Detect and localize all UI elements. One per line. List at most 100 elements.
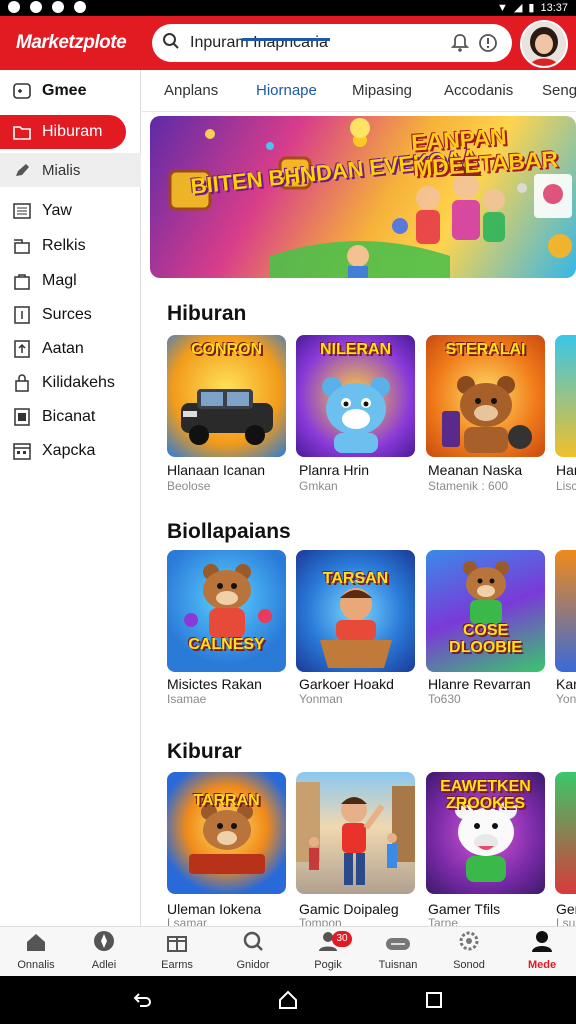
- recents-icon[interactable]: [422, 988, 446, 1012]
- game-subtitle: Stamenik : 600: [428, 479, 509, 493]
- game-name[interactable]: Misictes Rakan: [167, 676, 286, 692]
- game-name[interactable]: Ger: [556, 901, 576, 917]
- back-icon[interactable]: [130, 988, 154, 1012]
- info-icon[interactable]: [474, 33, 502, 53]
- tab-accodanis[interactable]: Accodanis: [444, 82, 513, 99]
- nav-adlei[interactable]: Adlei: [68, 927, 140, 977]
- sidebar-item-bicanat[interactable]: Bicanat: [0, 400, 141, 434]
- bell-icon[interactable]: [446, 33, 474, 53]
- list-icon: [12, 201, 32, 221]
- sidebar-item-relkis[interactable]: Relkis: [0, 229, 141, 263]
- home-icon[interactable]: [276, 988, 300, 1012]
- bear-icon: [322, 377, 390, 453]
- bag-icon: [12, 271, 32, 291]
- camera-icon: [52, 1, 64, 13]
- game-art: [555, 335, 576, 457]
- search-bar[interactable]: Inpuram Inapncaria: [152, 24, 512, 62]
- game-card[interactable]: [555, 772, 576, 894]
- game-card[interactable]: COSE DLOOBIE: [426, 550, 545, 672]
- calendar-icon: [12, 441, 32, 461]
- game-name[interactable]: Har: [556, 462, 576, 478]
- nav-label: Adlei: [91, 959, 117, 971]
- avatar[interactable]: [520, 20, 568, 68]
- tab-hiornape[interactable]: Hiornape: [256, 82, 317, 99]
- game-subtitle: Lisc: [556, 479, 576, 493]
- game-name[interactable]: Uleman Iokena: [167, 901, 286, 917]
- nav-label: Earms: [161, 959, 193, 971]
- sidebar: Gmee Hiburam Mialis Yaw Relkis Magl Surc…: [0, 70, 141, 926]
- game-card[interactable]: TARSAN: [296, 550, 415, 672]
- box-icon: [166, 932, 188, 955]
- sidebar-item-label: Yaw: [42, 202, 72, 219]
- street-scene: [296, 782, 415, 885]
- game-card[interactable]: STERALAI: [426, 335, 545, 457]
- nav-sonod[interactable]: Sonod: [433, 927, 505, 977]
- sidebar-item-label: Xapcka: [42, 442, 96, 459]
- tab-mipasing[interactable]: Mipasing: [352, 82, 412, 99]
- section-title: Hiburan: [167, 302, 247, 325]
- bear-icon: [184, 564, 272, 638]
- sidebar-item-aatan[interactable]: Aatan: [0, 332, 141, 366]
- app-logo[interactable]: Marketzplote: [16, 32, 127, 54]
- sidebar-item-mialis[interactable]: Mialis: [0, 153, 141, 187]
- game-art-title: CALNESY: [188, 636, 265, 653]
- game-name[interactable]: Meanan Naska: [428, 462, 547, 478]
- nav-tuisnan[interactable]: Tuisnan: [362, 927, 434, 977]
- alert-icon: [30, 1, 42, 13]
- section-title: Biollapaians: [167, 520, 291, 543]
- sidebar-item-magl[interactable]: Magl: [0, 264, 141, 298]
- store-icon: [12, 407, 32, 427]
- promo-banner[interactable]: BIITEN BHNDAN EVEKOAA EANPAN MDEETABAR: [150, 116, 576, 278]
- sidebar-item-gmee[interactable]: Gmee: [0, 74, 141, 108]
- game-card[interactable]: CONRON: [167, 335, 286, 457]
- game-card[interactable]: [296, 772, 415, 894]
- game-name[interactable]: Garkoer Hoakd: [299, 676, 418, 692]
- game-name[interactable]: Hlanre Revarran: [428, 676, 547, 692]
- wifi-icon: ▼: [497, 1, 508, 14]
- sidebar-item-label: Aatan: [42, 340, 84, 357]
- search-icon: [242, 930, 264, 955]
- tab-anplans[interactable]: Anplans: [164, 82, 218, 99]
- upload-icon: [12, 339, 32, 359]
- game-name[interactable]: Hlanaan Icanan: [167, 462, 286, 478]
- sidebar-item-kilidakehs[interactable]: Kilidakehs: [0, 366, 141, 400]
- box-icon: [12, 236, 32, 256]
- sidebar-item-surces[interactable]: Surces: [0, 298, 141, 332]
- car-icon: [181, 389, 273, 445]
- sidebar-item-hiburam[interactable]: Hiburam: [0, 115, 126, 149]
- game-card[interactable]: NILERAN: [296, 335, 415, 457]
- nav-earms[interactable]: Earms: [141, 927, 213, 977]
- game-subtitle: Beolose: [167, 479, 211, 493]
- sidebar-item-label: Gmee: [42, 82, 87, 99]
- game-card[interactable]: EAWETKEN ZROOKES: [426, 772, 545, 894]
- sidebar-item-label: Bicanat: [42, 408, 96, 425]
- game-subtitle: Gmkan: [299, 479, 338, 493]
- search-input[interactable]: Inpuram Inapncaria: [190, 34, 446, 52]
- nav-label: Mede: [527, 959, 557, 971]
- game-card[interactable]: [555, 335, 576, 457]
- nav-gnidor[interactable]: Gnidor: [217, 927, 289, 977]
- game-card[interactable]: TARRAN: [167, 772, 286, 894]
- nav-mede[interactable]: Mede: [506, 927, 576, 977]
- game-art-title: EAWETKEN ZROOKES: [440, 778, 531, 812]
- sidebar-item-yaw[interactable]: Yaw: [0, 194, 141, 228]
- game-name[interactable]: Gamic Doipaleg: [299, 901, 418, 917]
- game-name[interactable]: Gamer Tfils: [428, 901, 547, 917]
- battery-icon: ▮: [528, 2, 535, 14]
- sidebar-item-xapcka[interactable]: Xapcka: [0, 434, 141, 468]
- game-name[interactable]: Planra Hrin: [299, 462, 418, 478]
- nav-onnalis[interactable]: Onnalis: [0, 927, 72, 977]
- sidebar-item-label: Kilidakehs: [42, 374, 115, 391]
- bear-icon: [442, 376, 532, 453]
- profile-icon: [531, 930, 553, 955]
- game-name[interactable]: Kar: [556, 676, 576, 692]
- app-header: Marketzplote Inpuram Inapncaria: [0, 16, 576, 70]
- tab-sengr[interactable]: Sengr: [542, 82, 576, 99]
- nav-pogik[interactable]: Pogik 30: [292, 927, 364, 977]
- sidebar-item-label: Surces: [42, 306, 92, 323]
- sidebar-item-label: Mialis: [42, 161, 81, 179]
- sidebar-item-label: Hiburam: [42, 123, 103, 140]
- game-card[interactable]: [555, 550, 576, 672]
- game-card[interactable]: CALNESY: [167, 550, 286, 672]
- game-art-title: TARRAN: [193, 792, 260, 809]
